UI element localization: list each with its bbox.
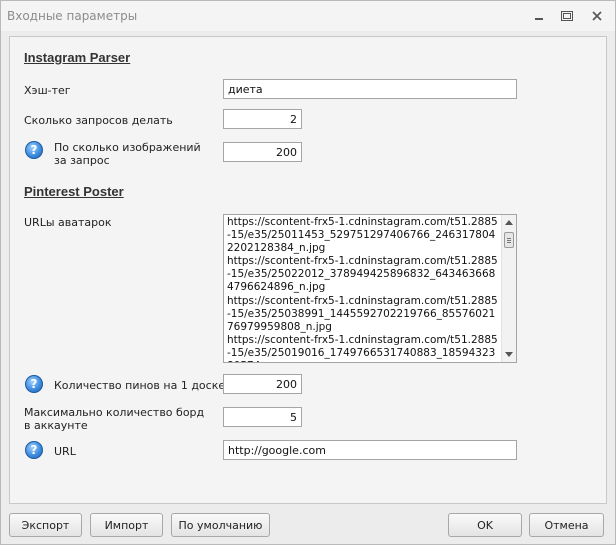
settings-panel: Instagram Parser Хэш-тег диета Сколько з… xyxy=(9,36,607,504)
hashtag-input[interactable]: диета xyxy=(223,79,517,99)
requests-label: Сколько запросов делать xyxy=(24,114,173,127)
minimize-button[interactable] xyxy=(531,8,547,24)
instagram-section-title: Instagram Parser xyxy=(24,50,131,65)
window-title: Входные параметры xyxy=(7,9,138,23)
images-per-request-input[interactable]: 200 xyxy=(223,142,302,162)
max-boards-input[interactable]: 5 xyxy=(223,407,302,427)
scroll-down-icon[interactable] xyxy=(505,352,513,357)
avatars-label: URLы аватарок xyxy=(24,216,112,229)
pinterest-section-title: Pinterest Poster xyxy=(24,184,124,199)
defaults-button[interactable]: По умолчанию xyxy=(171,513,270,537)
avatars-textarea[interactable]: https://scontent-frx5-1.cdninstagram.com… xyxy=(223,214,517,363)
maximize-icon xyxy=(561,11,573,21)
help-icon[interactable]: ? xyxy=(25,441,43,459)
maximize-button[interactable] xyxy=(559,8,575,24)
max-boards-label: Максимально количество борд в аккаунте xyxy=(24,406,205,432)
avatars-text: https://scontent-frx5-1.cdninstagram.com… xyxy=(227,216,498,362)
title-bar[interactable]: Входные параметры xyxy=(1,1,615,31)
url-label: URL xyxy=(54,445,76,458)
requests-input[interactable]: 2 xyxy=(223,109,302,129)
images-per-request-label: По сколько изображений за запрос xyxy=(54,141,201,167)
pins-per-board-label: Количество пинов на 1 доске xyxy=(54,379,226,392)
import-button[interactable]: Импорт xyxy=(90,513,163,537)
scroll-thumb[interactable] xyxy=(504,232,514,248)
help-icon[interactable]: ? xyxy=(25,141,43,159)
avatars-scrollbar[interactable] xyxy=(501,215,516,362)
close-icon xyxy=(592,11,602,21)
dialog-window: Входные параметры Instagram Parser Хэш-т… xyxy=(0,0,616,545)
pins-per-board-input[interactable]: 200 xyxy=(223,374,302,394)
cancel-button[interactable]: Отмена xyxy=(529,513,604,537)
help-icon[interactable]: ? xyxy=(25,375,43,393)
export-button[interactable]: Экспорт xyxy=(9,513,82,537)
ok-button[interactable]: OK xyxy=(448,513,522,537)
minimize-icon xyxy=(535,18,543,20)
close-button[interactable] xyxy=(589,8,605,24)
scroll-up-icon[interactable] xyxy=(505,220,513,225)
hashtag-label: Хэш-тег xyxy=(24,84,71,97)
url-input[interactable]: http://google.com xyxy=(223,440,517,460)
